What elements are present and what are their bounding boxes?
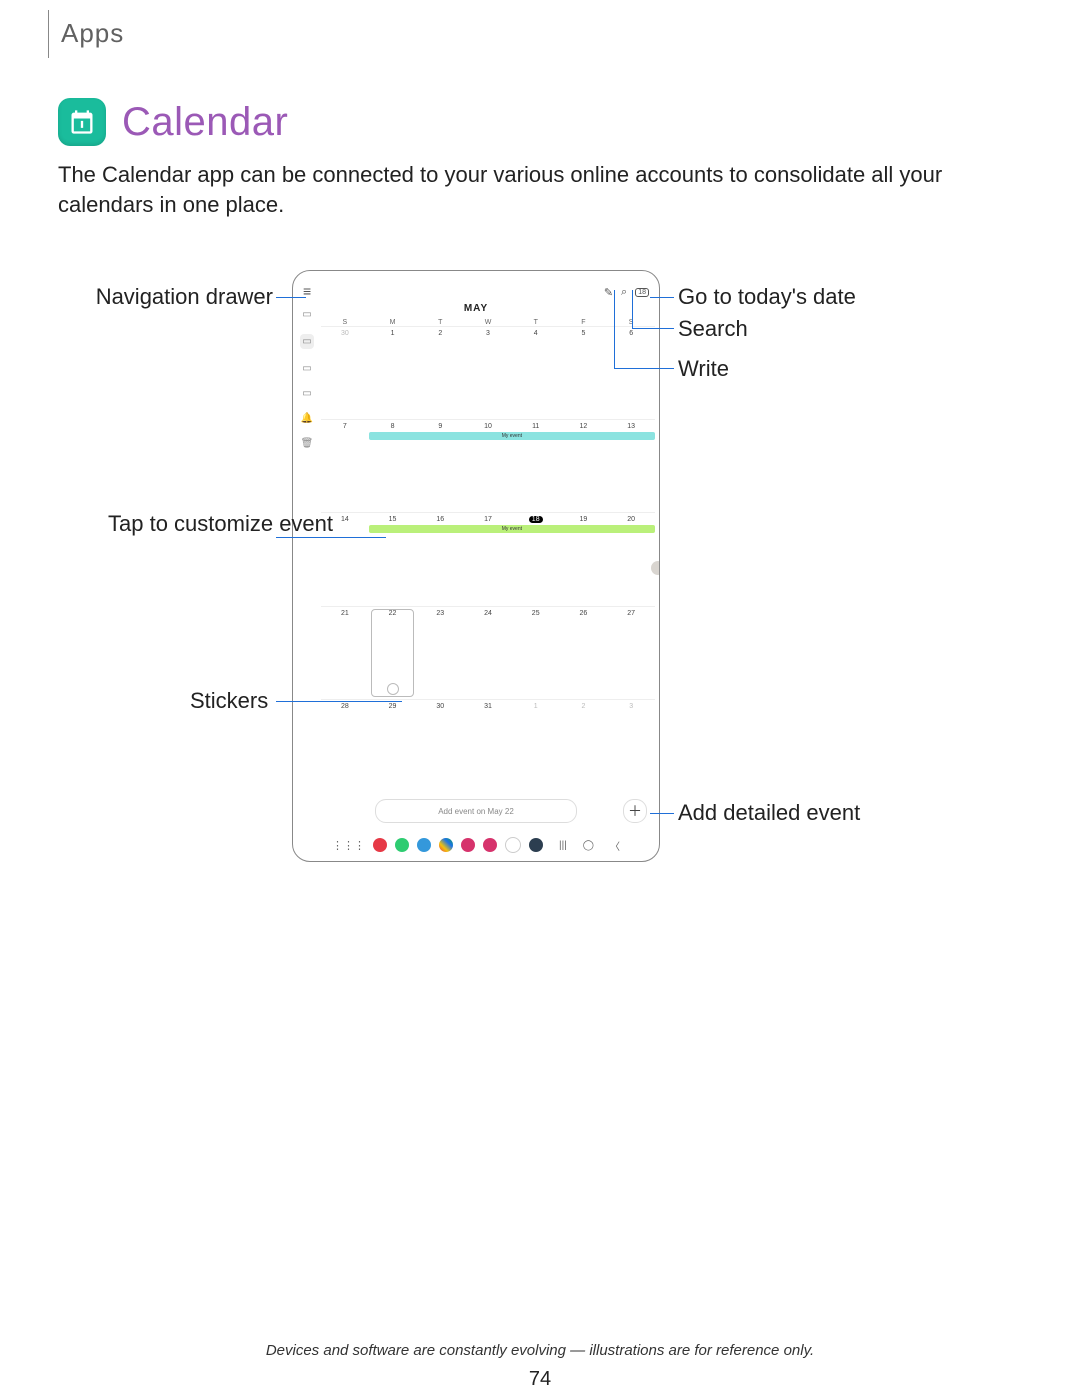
leader-line — [632, 290, 633, 328]
taskbar-app-icon[interactable] — [395, 838, 409, 852]
search-icon[interactable]: ⌕ — [621, 286, 627, 299]
calendar-sidebar: ▭ ▭ ▭ ▭ 🔔 🗑 — [297, 309, 317, 449]
dow-row: SMTWTFS — [321, 319, 655, 326]
taskbar-app-icon[interactable] — [483, 838, 497, 852]
dow-label: F — [560, 319, 608, 326]
leader-line — [614, 368, 674, 369]
dow-label: T — [512, 319, 560, 326]
week-row: 28293031123 — [321, 699, 655, 792]
section-header: Apps — [48, 10, 124, 58]
leader-line — [632, 328, 674, 329]
leader-line — [614, 290, 615, 368]
month-label: MAY — [293, 303, 659, 314]
sidebar-view-icon[interactable]: ▭ — [302, 388, 311, 399]
day-cell[interactable]: 26 — [560, 607, 608, 699]
dow-label: T — [416, 319, 464, 326]
day-cell[interactable]: 25 — [512, 607, 560, 699]
sidebar-trash-icon[interactable]: 🗑 — [301, 438, 314, 449]
leader-line — [276, 537, 386, 538]
device-topbar: ≡ ✎ ⌕ 18 — [293, 281, 659, 303]
day-cell[interactable]: 2 — [560, 700, 608, 792]
day-cell[interactable]: 1 — [369, 327, 417, 419]
page-number: 74 — [0, 1368, 1080, 1391]
callout-stickers: Stickers — [190, 688, 268, 714]
floating-edit-handle[interactable] — [651, 561, 660, 575]
day-cell[interactable]: 2 — [416, 327, 464, 419]
leader-line — [650, 297, 674, 298]
day-cell[interactable]: 7 — [321, 420, 369, 512]
write-icon[interactable]: ✎ — [604, 286, 613, 299]
today-marker: 18 — [529, 516, 543, 523]
nav-recent-icon[interactable]: ||| — [559, 840, 567, 851]
callout-add-detailed: Add detailed event — [678, 800, 860, 826]
day-cell[interactable]: 3 — [464, 327, 512, 419]
add-event-bar-label: Add event on May 22 — [438, 807, 514, 816]
nav-back-icon[interactable]: 〈 — [610, 838, 620, 853]
dow-label: M — [369, 319, 417, 326]
footer-note: Devices and software are constantly evol… — [0, 1342, 1080, 1359]
day-cell[interactable]: 30 — [321, 327, 369, 419]
intro-paragraph: The Calendar app can be connected to you… — [58, 160, 1022, 220]
event-bar[interactable]: My event — [369, 525, 655, 533]
taskbar-app-icon[interactable] — [439, 838, 453, 852]
sticker-icon[interactable] — [387, 683, 399, 695]
leader-line — [276, 297, 306, 298]
day-cell[interactable]: 4 — [512, 327, 560, 419]
sidebar-reminder-icon[interactable]: 🔔 — [301, 413, 313, 424]
day-cell[interactable]: 30 — [416, 700, 464, 792]
taskbar-app-icon[interactable] — [373, 838, 387, 852]
device-taskbar: ⋮⋮⋮ ||| ◯ 〈 — [301, 835, 651, 855]
event-bar[interactable]: My event — [369, 432, 655, 440]
section-name: Apps — [61, 18, 124, 48]
dow-label: S — [321, 319, 369, 326]
calendar-grid: SMTWTFS 3012345678910111213My event14151… — [321, 319, 655, 799]
week-row: 30123456 — [321, 326, 655, 419]
leader-line — [650, 813, 674, 814]
day-cell[interactable]: 23 — [416, 607, 464, 699]
taskbar-app-icon[interactable] — [505, 837, 521, 853]
apps-icon[interactable]: ⋮⋮⋮ — [332, 839, 365, 852]
day-cell[interactable]: 27 — [607, 607, 655, 699]
taskbar-app-icon[interactable] — [529, 838, 543, 852]
week-row: 14151617181920My event — [321, 512, 655, 605]
taskbar-app-icon[interactable] — [461, 838, 475, 852]
nav-home-icon[interactable]: ◯ — [583, 840, 594, 851]
add-detailed-event-button[interactable]: ＋ — [623, 799, 647, 823]
sidebar-view-icon[interactable]: ▭ — [302, 309, 311, 320]
device-screenshot: ≡ ✎ ⌕ 18 MAY ▭ ▭ ▭ ▭ 🔔 🗑 SMTWTFS 3012345… — [292, 270, 660, 862]
day-cell[interactable]: 29 — [369, 700, 417, 792]
day-cell[interactable]: 24 — [464, 607, 512, 699]
sidebar-view-icon[interactable]: ▭ — [302, 363, 311, 374]
callout-today: Go to today's date — [678, 284, 856, 310]
callout-customize-event: Tap to customize event — [108, 510, 273, 538]
page-title-row: Calendar — [58, 98, 288, 146]
callout-write: Write — [678, 356, 729, 382]
weeks-container: 3012345678910111213My event1415161718192… — [321, 326, 655, 792]
callout-nav-drawer: Navigation drawer — [90, 284, 273, 310]
sidebar-view-icon[interactable]: ▭ — [300, 334, 313, 349]
day-cell[interactable]: 28 — [321, 700, 369, 792]
leader-line — [276, 701, 402, 702]
day-cell[interactable]: 5 — [560, 327, 608, 419]
day-cell[interactable]: 21 — [321, 607, 369, 699]
week-row: 21222324252627 — [321, 606, 655, 699]
today-icon[interactable]: 18 — [635, 288, 649, 297]
callout-search: Search — [678, 316, 748, 342]
taskbar-app-icon[interactable] — [417, 838, 431, 852]
week-row: 78910111213My event — [321, 419, 655, 512]
day-cell[interactable]: 1 — [512, 700, 560, 792]
add-event-bar[interactable]: Add event on May 22 — [375, 799, 577, 823]
day-cell[interactable]: 22 — [369, 607, 417, 699]
day-cell[interactable]: 31 — [464, 700, 512, 792]
page-title: Calendar — [122, 100, 288, 145]
day-cell[interactable]: 3 — [607, 700, 655, 792]
calendar-app-icon — [58, 98, 106, 146]
dow-label: W — [464, 319, 512, 326]
